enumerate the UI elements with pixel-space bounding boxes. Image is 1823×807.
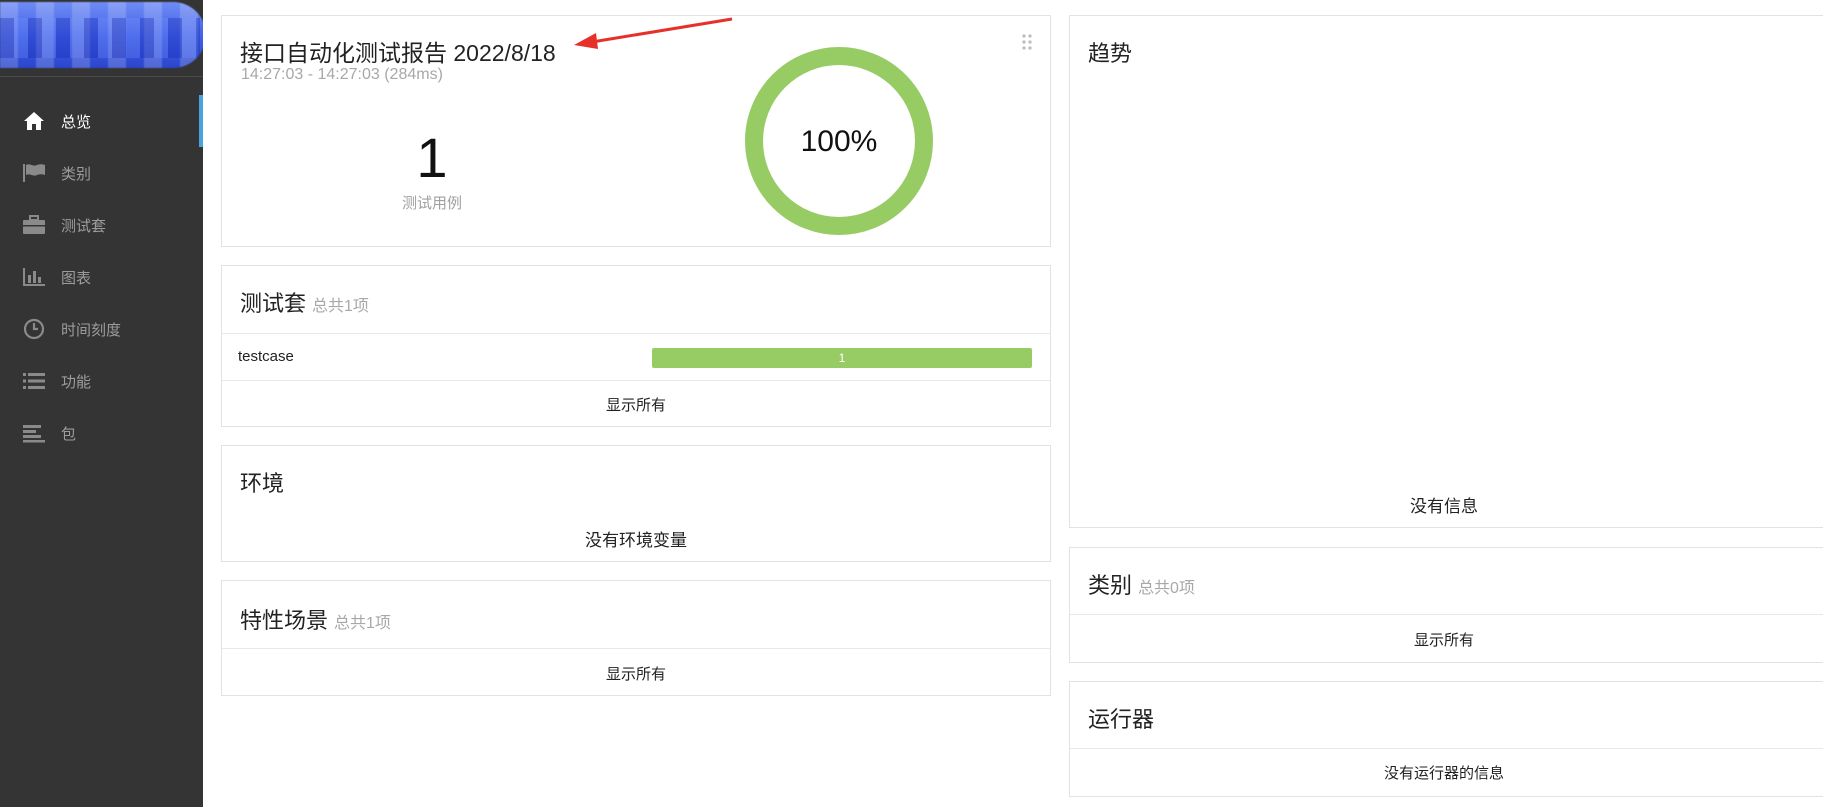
report-title: 接口自动化测试报告 2022/8/18 [240, 40, 556, 66]
categories-show-all-link[interactable]: 显示所有 [1070, 629, 1818, 650]
executors-widget: 运行器 没有运行器的信息 [1069, 681, 1823, 797]
pass-rate-label: 100% [801, 125, 878, 158]
divider [1070, 748, 1823, 749]
sidebar-item-graphs[interactable]: 图表 [0, 251, 203, 303]
trend-title: 趋势 [1088, 41, 1133, 66]
suites-show-all-link[interactable]: 显示所有 [222, 394, 1050, 415]
sidebar-item-suites[interactable]: 测试套 [0, 199, 203, 251]
sidebar-item-label: 总览 [61, 113, 92, 131]
categories-count: 总共0项 [1138, 580, 1195, 597]
report-time-range: 14:27:03 - 14:27:03 (284ms) [241, 66, 443, 83]
divider [222, 333, 1050, 334]
executors-title: 运行器 [1088, 707, 1155, 732]
sidebar-item-label: 图表 [61, 269, 92, 287]
list-icon [21, 370, 47, 392]
trend-widget: 趋势 没有信息 [1069, 15, 1823, 528]
bar-chart-icon [21, 266, 47, 288]
suites-title: 测试套 [240, 291, 307, 316]
features-show-all-link[interactable]: 显示所有 [222, 663, 1050, 684]
sidebar-item-label: 功能 [61, 373, 92, 391]
suites-count: 总共1项 [312, 298, 369, 315]
features-count: 总共1项 [334, 615, 391, 632]
divider [1070, 614, 1823, 615]
sidebar-nav: 总览 类别 测试套 图表 时间刻度 功能 包 [0, 95, 203, 459]
sidebar-item-behaviors[interactable]: 功能 [0, 355, 203, 407]
environment-title: 环境 [240, 471, 285, 496]
logo-blur-pattern [0, 18, 200, 58]
test-case-count: 1 [416, 126, 448, 189]
suites-widget: 测试套 总共1项 testcase 1 显示所有 [221, 265, 1051, 427]
align-left-icon [21, 422, 47, 444]
sidebar-item-label: 包 [61, 425, 77, 443]
annotation-arrow-icon [574, 17, 733, 49]
suite-name: testcase [238, 348, 294, 365]
logo[interactable] [0, 0, 203, 77]
features-widget: 特性场景 总共1项 显示所有 [221, 580, 1051, 696]
categories-header: 类别 总共0项 [1088, 568, 1195, 600]
executors-empty-message: 没有运行器的信息 [1383, 765, 1504, 782]
home-icon [21, 110, 47, 132]
sidebar: 总览 类别 测试套 图表 时间刻度 功能 包 [0, 0, 203, 807]
test-case-count-label: 测试用例 [401, 195, 462, 212]
clock-icon [21, 318, 47, 340]
sidebar-item-label: 时间刻度 [61, 321, 122, 339]
divider [222, 648, 1050, 649]
categories-title: 类别 [1088, 573, 1133, 598]
divider [222, 380, 1050, 381]
executors-header: 运行器 [1088, 702, 1154, 734]
pass-rate-donut: 100% [745, 47, 933, 235]
sidebar-item-packages[interactable]: 包 [0, 407, 203, 459]
sidebar-item-overview[interactable]: 总览 [0, 95, 203, 147]
sidebar-item-timeline[interactable]: 时间刻度 [0, 303, 203, 355]
sidebar-item-label: 类别 [61, 165, 92, 183]
features-header: 特性场景 总共1项 [240, 603, 391, 635]
sidebar-item-categories[interactable]: 类别 [0, 147, 203, 199]
sidebar-item-label: 测试套 [61, 217, 107, 235]
suites-header: 测试套 总共1项 [240, 286, 369, 318]
suite-passed-segment: 1 [652, 348, 1032, 368]
categories-widget: 类别 总共0项 显示所有 [1069, 547, 1823, 663]
drag-handle-icon[interactable] [1022, 34, 1032, 55]
environment-empty-message: 没有环境变量 [585, 531, 687, 550]
trend-header: 趋势 [1088, 36, 1132, 68]
environment-header: 环境 [240, 466, 284, 498]
features-title: 特性场景 [240, 608, 329, 633]
briefcase-icon [21, 214, 47, 236]
suite-status-bar: 1 [652, 348, 1032, 368]
environment-widget: 环境 没有环境变量 [221, 445, 1051, 562]
flag-icon [21, 162, 47, 184]
trend-empty-message: 没有信息 [1410, 497, 1478, 516]
